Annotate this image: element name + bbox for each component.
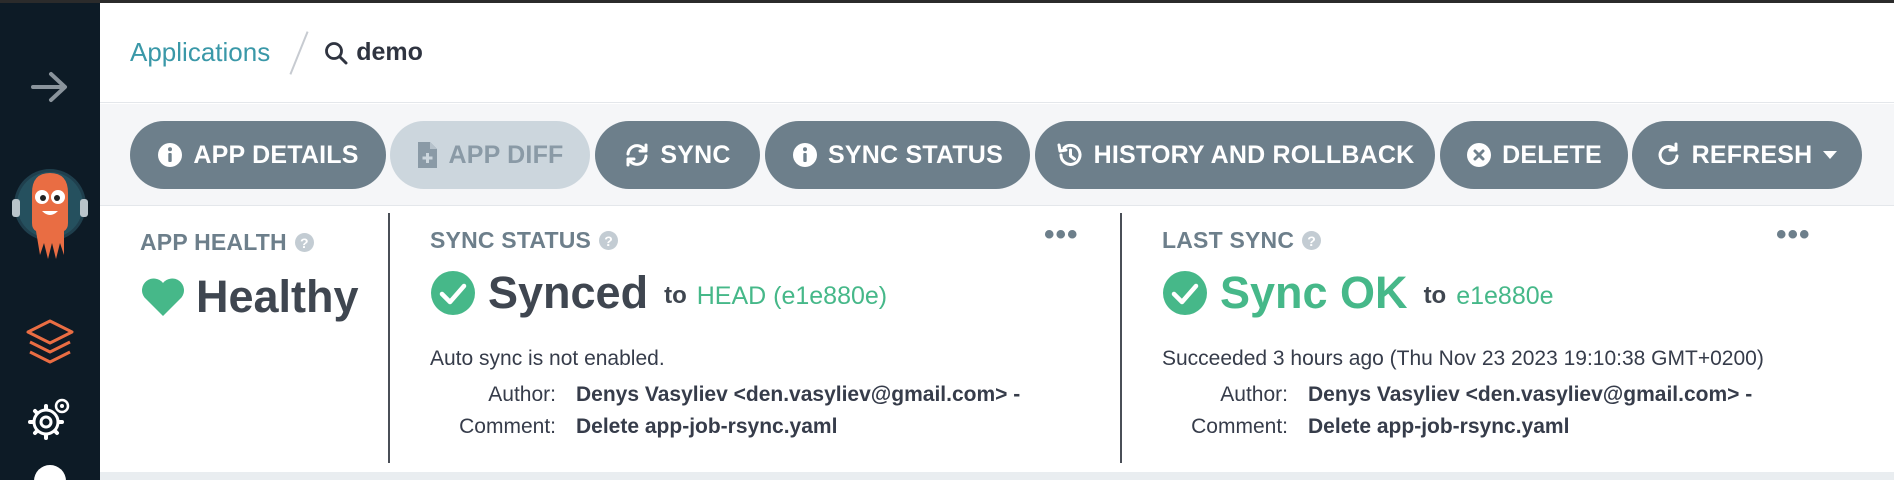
info-icon bbox=[793, 143, 818, 167]
app-toolbar: APP DETAILS APP DIFF SYNC SYNC STATUS HI… bbox=[100, 104, 1894, 206]
history-icon bbox=[1057, 143, 1082, 166]
delete-button[interactable]: DELETE bbox=[1440, 121, 1628, 189]
breadcrumb-applications-link[interactable]: Applications bbox=[130, 37, 270, 68]
sync-status-title-text: SYNC STATUS bbox=[430, 227, 592, 253]
last-sync-to-label: to bbox=[1423, 282, 1447, 309]
sidebar-item-settings[interactable] bbox=[0, 388, 100, 448]
app-health-value: Healthy bbox=[196, 271, 359, 322]
author-value: Denys Vasyliev <den.vasyliev@gmail.com> … bbox=[576, 383, 1021, 406]
breadcrumb-separator bbox=[289, 30, 309, 75]
app-diff-label: APP DIFF bbox=[448, 140, 564, 169]
sidebar-item-user[interactable] bbox=[0, 461, 100, 480]
last-sync-state: Sync OK to e1e880e bbox=[1162, 267, 1554, 319]
check-circle-icon bbox=[431, 271, 475, 315]
caret-down-icon[interactable] bbox=[1822, 149, 1838, 161]
gears-icon bbox=[28, 398, 70, 440]
sync-status-label: SYNC STATUS bbox=[828, 140, 1003, 169]
app-status-panels: APP HEALTH ? Healthy SYNC STATUS ? ••• S… bbox=[100, 207, 1894, 472]
heart-icon bbox=[141, 278, 184, 316]
sidebar bbox=[0, 3, 100, 480]
author-value: Denys Vasyliev <den.vasyliev@gmail.com> … bbox=[1308, 383, 1753, 406]
last-sync-title-text: LAST SYNC bbox=[1162, 227, 1295, 253]
app-health-title-text: APP HEALTH bbox=[140, 229, 287, 255]
sync-status-state: Synced to HEAD (e1e880e) bbox=[430, 267, 887, 319]
refresh-label: REFRESH bbox=[1691, 140, 1813, 169]
author-label: Author: bbox=[488, 383, 556, 406]
last-sync-title: LAST SYNC ? bbox=[1162, 227, 1322, 254]
app-health-status: Healthy bbox=[140, 271, 359, 323]
sync-to-label: to bbox=[664, 282, 687, 309]
app-health-title: APP HEALTH ? bbox=[140, 229, 314, 256]
sidebar-item-applications[interactable] bbox=[0, 308, 100, 378]
app-details-button[interactable]: APP DETAILS bbox=[130, 121, 386, 189]
history-rollback-label: HISTORY AND ROLLBACK bbox=[1093, 140, 1415, 169]
breadcrumb-app-search[interactable]: demo bbox=[324, 38, 423, 67]
help-icon[interactable]: ? bbox=[1302, 231, 1322, 250]
argo-logo[interactable] bbox=[0, 158, 100, 268]
sync-status-comment: Comment: Delete app-job-rsync.yaml bbox=[430, 415, 837, 439]
sync-label: SYNC bbox=[660, 140, 731, 169]
sync-status-message: Auto sync is not enabled. bbox=[430, 347, 665, 370]
sync-status-author: Author: Denys Vasyliev <den.vasyliev@gmai… bbox=[430, 383, 1020, 407]
file-plus-icon bbox=[418, 142, 438, 168]
comment-label: Comment: bbox=[1191, 415, 1288, 438]
last-sync-comment: Comment: Delete app-job-rsync.yaml bbox=[1162, 415, 1569, 439]
last-sync-value: Sync OK bbox=[1220, 267, 1408, 318]
argo-octopus-icon bbox=[12, 169, 88, 259]
author-label: Author: bbox=[1220, 383, 1288, 406]
sync-status-title: SYNC STATUS ? bbox=[430, 227, 619, 254]
layers-icon bbox=[26, 319, 74, 364]
last-sync-message: Succeeded 3 hours ago (Thu Nov 23 2023 1… bbox=[1162, 347, 1764, 370]
panel-divider bbox=[388, 213, 390, 463]
help-icon[interactable]: ? bbox=[294, 233, 314, 252]
sync-status-button[interactable]: SYNC STATUS bbox=[765, 121, 1030, 189]
sidebar-expand-button[interactable] bbox=[0, 59, 100, 115]
user-icon bbox=[34, 465, 66, 480]
arrow-right-icon bbox=[31, 72, 67, 102]
help-icon[interactable]: ? bbox=[599, 231, 619, 250]
comment-label: Comment: bbox=[459, 415, 556, 438]
panel-divider bbox=[1120, 213, 1122, 463]
more-dots-icon[interactable]: ••• bbox=[1044, 220, 1079, 250]
comment-value: Delete app-job-rsync.yaml bbox=[1308, 415, 1570, 438]
delete-label: DELETE bbox=[1502, 140, 1602, 169]
sync-status-value: Synced bbox=[488, 267, 649, 318]
search-icon bbox=[325, 41, 348, 64]
comment-value: Delete app-job-rsync.yaml bbox=[576, 415, 838, 438]
sync-revision-link[interactable]: HEAD (e1e880e) bbox=[697, 282, 887, 311]
breadcrumb-app-name: demo bbox=[356, 38, 423, 66]
refresh-button[interactable]: REFRESH bbox=[1632, 121, 1862, 189]
redo-icon bbox=[1658, 142, 1679, 166]
sync-button[interactable]: SYNC bbox=[595, 121, 760, 189]
last-sync-author: Author: Denys Vasyliev <den.vasyliev@gmai… bbox=[1162, 383, 1752, 407]
app-details-label: APP DETAILS bbox=[193, 140, 359, 169]
history-rollback-button[interactable]: HISTORY AND ROLLBACK bbox=[1035, 121, 1435, 189]
times-circle-icon bbox=[1467, 143, 1492, 167]
last-sync-revision-link[interactable]: e1e880e bbox=[1456, 282, 1553, 311]
more-dots-icon[interactable]: ••• bbox=[1776, 220, 1811, 250]
sync-icon bbox=[626, 143, 648, 167]
check-circle-icon bbox=[1163, 271, 1207, 315]
breadcrumb: Applications demo bbox=[100, 3, 1894, 103]
panel-bottom-border bbox=[100, 472, 1894, 480]
info-icon bbox=[158, 143, 183, 167]
app-diff-button[interactable]: APP DIFF bbox=[390, 121, 590, 189]
